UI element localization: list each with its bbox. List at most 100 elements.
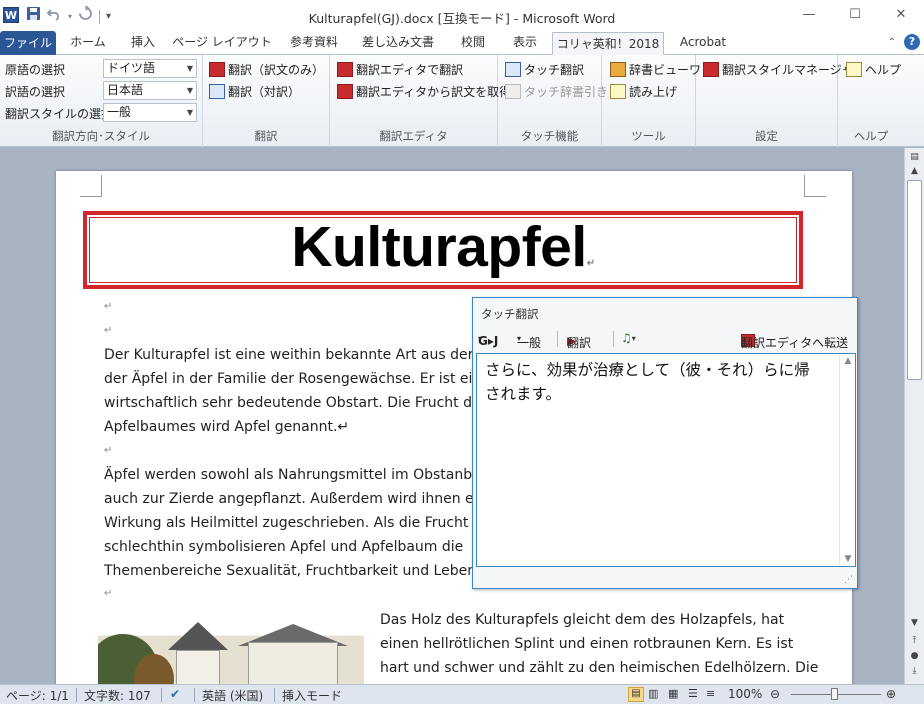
close-button[interactable]: ✕ (878, 0, 924, 30)
open-editor-button[interactable]: 翻訳エディタで翻訳 (337, 59, 463, 79)
translation-result-text: さらに、効果が治療として（彼・それ）らに帰されます。 (485, 361, 810, 403)
dictionary-viewer-button[interactable]: 辞書ビューワ (610, 59, 701, 79)
translate-pair-label: 翻訳（対訳） (228, 84, 301, 99)
speech-icon[interactable]: ♫ ▾ (621, 331, 636, 345)
paragraph-2: Äpfel werden sowohl als Nahrungsmittel i… (104, 463, 486, 583)
touch-dictionary-icon (505, 83, 521, 99)
draft-icon[interactable]: ≡ (706, 687, 715, 700)
tab-view[interactable]: 表示 (504, 31, 546, 55)
paragraph-mark: ↵ (586, 258, 595, 269)
zoom-in-icon[interactable]: ⊕ (886, 687, 896, 701)
chevron-down-icon: ▼ (186, 108, 193, 117)
tab-acrobat[interactable]: Acrobat (672, 31, 734, 55)
print-layout-icon[interactable]: ▤ (628, 687, 644, 702)
language-indicator[interactable]: 英語 (米国) (202, 687, 263, 704)
tab-review[interactable]: 校閲 (448, 31, 498, 55)
touch-dictionary-button[interactable]: タッチ辞書引き (505, 81, 608, 101)
full-screen-reading-icon[interactable]: ▥ (648, 687, 658, 700)
translation-result-box[interactable]: さらに、効果が治療として（彼・それ）らに帰されます。 ▲ ▼ (476, 353, 856, 567)
document-scrollbar[interactable]: ▤ ▲ ▼ ⤒ ● ⤓ (904, 148, 924, 684)
next-page-icon[interactable]: ⤓ (905, 666, 924, 676)
get-from-editor-button[interactable]: 翻訳エディタから訳文を取得 (337, 81, 511, 101)
style-select[interactable]: 一般 ▼ (103, 103, 197, 122)
touch-translate-button[interactable]: タッチ翻訳 (505, 59, 584, 79)
text-line: schlechthin symbolisieren Apfel und Apfe… (104, 539, 464, 555)
translate-only-button[interactable]: 翻訳（訳文のみ） (209, 59, 324, 79)
tab-file[interactable]: ファイル (0, 31, 56, 55)
open-editor-label: 翻訳エディタで翻訳 (356, 62, 464, 77)
ribbon: 原語の選択 ドイツ語 ▼ 訳語の選択 日本語 ▼ 翻訳スタイルの選択 一般 ▼ 翻訳方… (0, 55, 924, 147)
browse-object-icon[interactable]: ● (905, 651, 924, 661)
dictionary-icon (610, 61, 626, 77)
help-icon[interactable]: ? (904, 34, 920, 50)
read-aloud-label: 読み上げ (629, 84, 678, 99)
help-button[interactable]: ヘルプ (846, 59, 901, 79)
tab-page-layout[interactable]: ページ レイアウト (172, 31, 272, 55)
zoom-level[interactable]: 100% (728, 687, 762, 701)
tab-right-icons: ⌃ ? (888, 34, 920, 50)
translate-pair-button[interactable]: 翻訳（対訳） (209, 81, 300, 101)
maximize-button[interactable]: ☐ (832, 0, 878, 30)
zoom-slider-thumb[interactable] (831, 688, 838, 700)
resize-grip-icon[interactable]: ⋰ (844, 575, 853, 585)
paragraph-1: Der Kulturapfel ist eine weithin bekannt… (104, 343, 490, 439)
touch-toolbar: G▸J ▾ 一般 ▾ ▶ 翻訳 ♫ ▾ 翻訳エディタへ転送 (473, 328, 857, 350)
status-separator (161, 688, 162, 702)
chevron-down-icon: ▾ (517, 334, 522, 343)
title-box: Kulturapfel↵ (83, 211, 803, 289)
scroll-up-icon[interactable]: ▲ (840, 356, 856, 366)
text-line: der Äpfel in der Familie der Rosengewäch… (104, 371, 490, 387)
scroll-down-icon[interactable]: ▼ (905, 618, 924, 628)
proofing-icon[interactable]: ✔ (170, 687, 180, 701)
tab-korya-eiwa[interactable]: コリャ英和！2018 (552, 32, 664, 56)
paragraph-mark: ↵ (104, 325, 113, 336)
page-count[interactable]: ページ: 1/1 (6, 687, 69, 704)
text-line: Themenbereiche Sexualität, Fruchtbarkeit… (104, 563, 481, 579)
scroll-up-icon[interactable]: ▲ (905, 166, 924, 176)
zoom-out-icon[interactable]: ⊖ (770, 687, 780, 701)
target-language-label: 訳語の選択 (5, 84, 66, 99)
style-label: 翻訳スタイルの選択 (5, 106, 114, 121)
tab-insert[interactable]: 挿入 (120, 31, 166, 55)
text-line: hart und schwer und zählt zu den heimisc… (380, 660, 819, 676)
style-manager-button[interactable]: 翻訳スタイルマネージャ (703, 59, 853, 79)
touch-window-title: タッチ翻訳 (481, 307, 539, 321)
group-direction-style: 原語の選択 ドイツ語 ▼ 訳語の選択 日本語 ▼ 翻訳スタイルの選択 一般 ▼ 翻訳方… (0, 55, 203, 147)
touch-translate-window[interactable]: タッチ翻訳 G▸J ▾ 一般 ▾ ▶ 翻訳 ♫ ▾ 翻訳エディタへ転送 さらに、… (472, 297, 858, 589)
tab-mailings[interactable]: 差し込み文書 (356, 31, 440, 55)
touch-translate-label: タッチ翻訳 (524, 62, 585, 77)
title-bar: W ▾ ▾ Kulturapfel(GJ).docx [互換モード] - Mic… (0, 0, 924, 32)
target-language-select[interactable]: 日本語 ▼ (103, 81, 197, 100)
minimize-ribbon-icon[interactable]: ⌃ (888, 37, 896, 48)
toolbar-separator (557, 331, 558, 347)
word-count[interactable]: 文字数: 107 (84, 687, 151, 704)
target-language-value: 日本語 (107, 83, 144, 97)
source-language-select[interactable]: ドイツ語 ▼ (103, 59, 197, 78)
read-aloud-button[interactable]: 読み上げ (610, 81, 677, 101)
get-from-editor-label: 翻訳エディタから訳文を取得 (356, 84, 512, 99)
group-label-settings: 設定 (755, 129, 778, 143)
group-label-tools: ツール (631, 129, 666, 143)
scroll-thumb[interactable] (907, 180, 922, 380)
previous-page-icon[interactable]: ⤒ (905, 636, 924, 646)
result-scrollbar[interactable]: ▲ ▼ (839, 354, 855, 566)
outline-icon[interactable]: ☰ (688, 687, 698, 700)
tab-home[interactable]: ホーム (64, 31, 112, 55)
minimize-button[interactable]: — (786, 0, 832, 30)
scroll-down-icon[interactable]: ▼ (840, 554, 856, 564)
ruler-toggle-icon[interactable]: ▤ (905, 152, 924, 162)
toolbar-separator (613, 331, 614, 347)
tab-references[interactable]: 参考資料 (280, 31, 348, 55)
text-line: Wirkung als Heilmittel zugeschrieben. Al… (104, 515, 469, 531)
insert-mode-indicator[interactable]: 挿入モード (282, 687, 342, 704)
web-layout-icon[interactable]: ▦ (668, 687, 678, 700)
group-label-help: ヘルプ (853, 129, 889, 143)
text-line: Äpfel werden sowohl als Nahrungsmittel i… (104, 467, 481, 483)
paragraph-mark: ↵ (104, 301, 113, 312)
translate-only-label: 翻訳（訳文のみ） (228, 62, 325, 77)
document-title-text: Kulturapfel (291, 215, 587, 279)
group-help: ヘルプ ヘルプ (838, 55, 904, 147)
village-image[interactable] (98, 604, 364, 684)
group-tools: 辞書ビューワ 読み上げ ツール (602, 55, 701, 147)
status-separator (76, 688, 77, 702)
